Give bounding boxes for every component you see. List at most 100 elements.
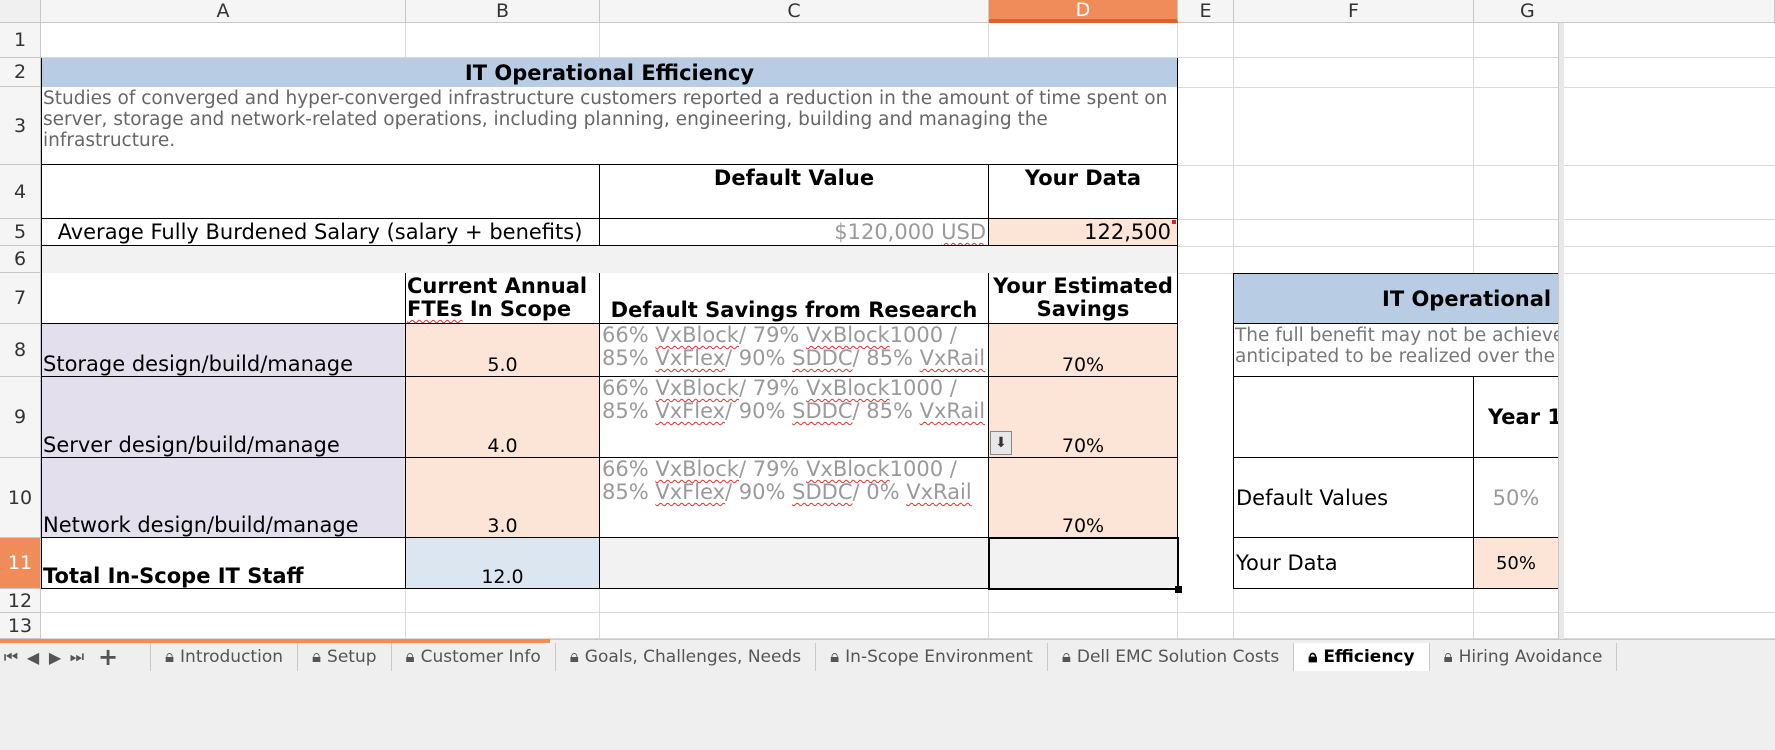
row-header-11[interactable]: 11	[0, 538, 41, 589]
description-line: server, storage and network-related oper…	[43, 109, 1048, 130]
tab-efficiency[interactable]: 🔒︎ Efficiency	[1294, 643, 1430, 671]
border	[41, 245, 1178, 246]
row-header-2[interactable]: 2	[0, 58, 41, 87]
tab-introduction[interactable]: 🔒︎ Introduction	[151, 643, 298, 671]
lock-icon: 🔒︎	[405, 647, 415, 667]
gridline	[1178, 219, 1775, 220]
salary-default-value: $120,000 USD	[600, 219, 988, 245]
right-description-line: The full benefit may not be achieve	[1235, 325, 1558, 346]
row-header-7[interactable]: 7	[0, 273, 41, 324]
network-research-note: 66% VxBlock/ 79% VxBlock1000 / 85% VxFle…	[602, 458, 988, 537]
tab-label: Goals, Challenges, Needs	[584, 647, 802, 667]
lock-icon: 🔒︎	[1061, 647, 1071, 667]
storage-label: Storage design/build/manage	[43, 352, 354, 376]
network-savings-input[interactable]: 70%	[989, 510, 1177, 537]
tab-in-scope-environment[interactable]: 🔒︎ In-Scope Environment	[816, 643, 1048, 671]
column-header-e[interactable]: E	[1178, 0, 1234, 23]
salary-label: Average Fully Burdened Salary (salary + …	[57, 220, 583, 244]
tab-hiring-avoidance[interactable]: 🔒︎ Hiring Avoidance	[1430, 643, 1618, 671]
total-research-fill	[600, 538, 989, 589]
row-header-1[interactable]: 1	[0, 23, 41, 58]
lock-icon: 🔒︎	[1308, 647, 1318, 667]
column-header-b[interactable]: B	[406, 0, 600, 23]
gridline	[1473, 23, 1474, 273]
gridline	[41, 612, 1775, 613]
your-data-label: Your Data	[1236, 551, 1338, 575]
your-data-year1-input[interactable]: 50%	[1474, 538, 1558, 588]
description-line: infrastructure.	[43, 130, 176, 151]
tab-label: Dell EMC Solution Costs	[1076, 647, 1280, 667]
previous-sheet-icon[interactable]: ◀	[22, 643, 44, 671]
first-sheet-icon[interactable]: ⏮	[0, 643, 22, 671]
server-research-note: 66% VxBlock/ 79% VxBlock1000 / 85% VxFle…	[602, 377, 988, 457]
gridline	[1233, 589, 1234, 639]
tab-label: Hiring Avoidance	[1458, 647, 1603, 667]
column-header-f[interactable]: F	[1234, 0, 1474, 23]
tab-customer-info[interactable]: 🔒︎ Customer Info	[392, 643, 556, 671]
gridline	[1177, 589, 1178, 639]
gridline	[599, 23, 600, 58]
storage-ftes-input[interactable]: 5.0	[406, 350, 599, 376]
dropdown-arrow-icon[interactable]: ⬇	[990, 431, 1012, 455]
lock-icon: 🔒︎	[312, 647, 322, 667]
selected-cell-d11[interactable]	[988, 537, 1179, 590]
next-sheet-icon[interactable]: ▶	[44, 643, 66, 671]
description: Studies of converged and hyper-converged…	[43, 88, 1177, 164]
row-header-3[interactable]: 3	[0, 87, 41, 165]
gridline	[599, 589, 600, 639]
tab-label: In-Scope Environment	[845, 647, 1033, 667]
row-header-8[interactable]: 8	[0, 324, 41, 377]
tab-label: Customer Info	[420, 647, 541, 667]
column-header-d[interactable]: D	[989, 0, 1178, 23]
select-all-corner[interactable]	[0, 0, 41, 23]
row-header-13[interactable]: 13	[0, 613, 41, 639]
border	[1177, 58, 1178, 589]
gridline	[988, 23, 989, 58]
row-header-6[interactable]: 6	[0, 246, 41, 273]
gridline	[1473, 589, 1474, 639]
network-ftes-input[interactable]: 3.0	[406, 510, 599, 537]
row-header-10[interactable]: 10	[0, 458, 41, 538]
vertical-scrollbar[interactable]	[1558, 23, 1564, 639]
column-header-c[interactable]: C	[600, 0, 989, 23]
row6-fill	[41, 246, 1178, 273]
gridline	[1178, 165, 1775, 166]
column-header-a[interactable]: A	[41, 0, 406, 23]
your-data-header: Your Data	[1024, 166, 1142, 190]
ftes-header-ftes: FTEs	[407, 297, 463, 321]
research-line: 66% VxBlock/ 79% VxBlock1000 /	[602, 458, 957, 481]
sheet-title: IT Operational Efficiency	[464, 60, 755, 85]
research-line: 85% VxFlex/ 90% SDDC/ 85% VxRail	[602, 399, 986, 423]
ftes-header: Current Annual FTEs In Scope	[407, 275, 599, 323]
row-header-9[interactable]: 9	[0, 377, 41, 458]
research-line: 85% VxFlex/ 90% SDDC/ 85% VxRail	[602, 346, 986, 370]
add-sheet-icon[interactable]: +	[88, 643, 128, 671]
fill-handle[interactable]	[1175, 586, 1182, 593]
row-header-4[interactable]: 4	[0, 165, 41, 219]
tab-goals-challenges-needs[interactable]: 🔒︎ Goals, Challenges, Needs	[556, 643, 817, 671]
ftes-header-line1: Current Annual	[407, 274, 588, 298]
savings-research-header: Default Savings from Research	[610, 297, 978, 322]
last-sheet-icon[interactable]: ⏭	[66, 643, 88, 671]
row-header-12[interactable]: 12	[0, 589, 41, 613]
tab-navigation: ⏮ ◀ ▶ ⏭ +	[0, 643, 128, 671]
storage-savings-input[interactable]: 70%	[989, 350, 1177, 376]
total-label: Total In-Scope IT Staff	[43, 564, 304, 588]
comment-indicator[interactable]	[1172, 220, 1176, 224]
tab-setup[interactable]: 🔒︎ Setup	[298, 643, 392, 671]
server-savings-input[interactable]: 70%	[989, 430, 1177, 457]
right-description-line: anticipated to be realized over the	[1235, 346, 1555, 367]
tab-dell-emc-solution-costs[interactable]: 🔒︎ Dell EMC Solution Costs	[1048, 643, 1295, 671]
gridline	[405, 23, 406, 58]
column-header-g[interactable]: G	[1474, 0, 1775, 23]
row-header-5[interactable]: 5	[0, 219, 41, 246]
total-ftes: 12.0	[481, 566, 524, 588]
gridline	[1233, 23, 1234, 273]
salary-your-data-input[interactable]: 122,500	[989, 219, 1177, 245]
server-ftes-input[interactable]: 4.0	[406, 430, 599, 457]
gridline	[1178, 246, 1775, 247]
year1-header: Year 1	[1488, 405, 1558, 429]
tab-label: Efficiency	[1323, 647, 1415, 667]
gridline	[1178, 87, 1775, 88]
right-section-title: IT Operational E	[1382, 286, 1558, 311]
